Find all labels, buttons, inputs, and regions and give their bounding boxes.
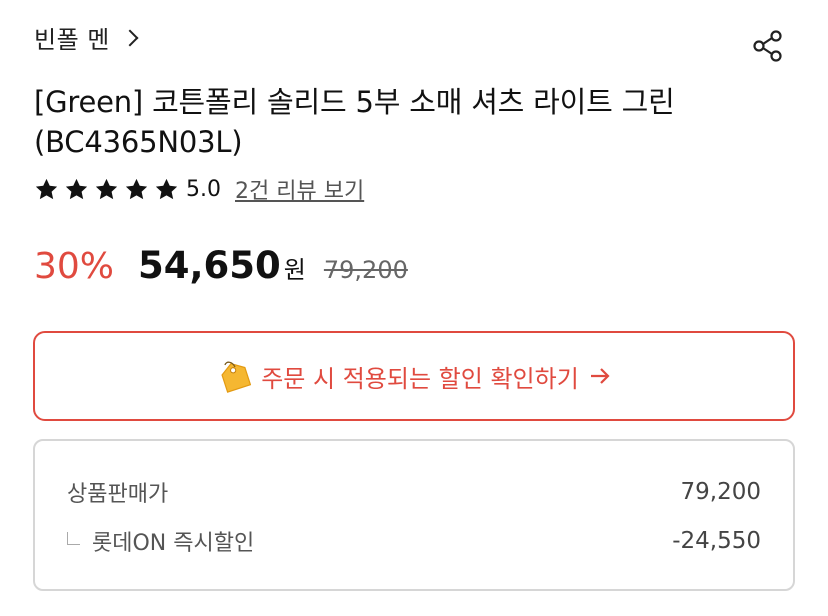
sub-item: 롯데ON 즉시할인 [67, 525, 254, 557]
arrow-right-icon [590, 368, 610, 384]
review-link[interactable]: 2건 리뷰 보기 [235, 173, 364, 205]
breakdown-value: 79,200 [680, 479, 761, 505]
star-icon [65, 178, 88, 199]
rating-score: 5.0 [186, 176, 221, 202]
product-title: [Green] 코튼폴리 솔리드 5부 소매 셔츠 라이트 그린 (BC4365… [34, 85, 675, 159]
star-icon [125, 178, 148, 199]
chevron-right-icon [121, 29, 139, 46]
brand-name: 빈폴 멘 [34, 26, 110, 54]
check-discount-button[interactable]: 주문 시 적용되는 할인 확인하기 [33, 331, 795, 421]
currency-unit: 원 [283, 256, 306, 284]
rating-row: 5.0 2건 리뷰 보기 [34, 173, 364, 205]
star-icon [155, 178, 178, 199]
price-breakdown: 상품판매가 79,200 롯데ON 즉시할인 -24,550 [33, 439, 795, 591]
breakdown-value: -24,550 [672, 528, 761, 554]
list-item: 상품판매가 79,200 [67, 476, 761, 508]
star-icon [35, 178, 58, 199]
star-icon [95, 178, 118, 199]
check-discount-label: 주문 시 적용되는 할인 확인하기 [261, 364, 579, 393]
sub-item-corner-icon [67, 531, 80, 545]
original-price: 79,200 [323, 256, 408, 284]
share-button[interactable] [750, 28, 786, 64]
breakdown-label: 롯데ON 즉시할인 [92, 531, 255, 556]
brand-link[interactable]: 빈폴 멘 [34, 20, 139, 55]
list-item: 롯데ON 즉시할인 -24,550 [67, 525, 761, 557]
sale-price: 54,650 [138, 244, 281, 287]
discount-rate: 30% [34, 246, 115, 287]
price-tag-icon [221, 361, 252, 393]
price-row: 30% 54,650 원 79,200 [34, 244, 408, 287]
rating-stars [34, 177, 184, 202]
share-icon [753, 30, 782, 62]
breakdown-label: 상품판매가 [67, 482, 169, 507]
